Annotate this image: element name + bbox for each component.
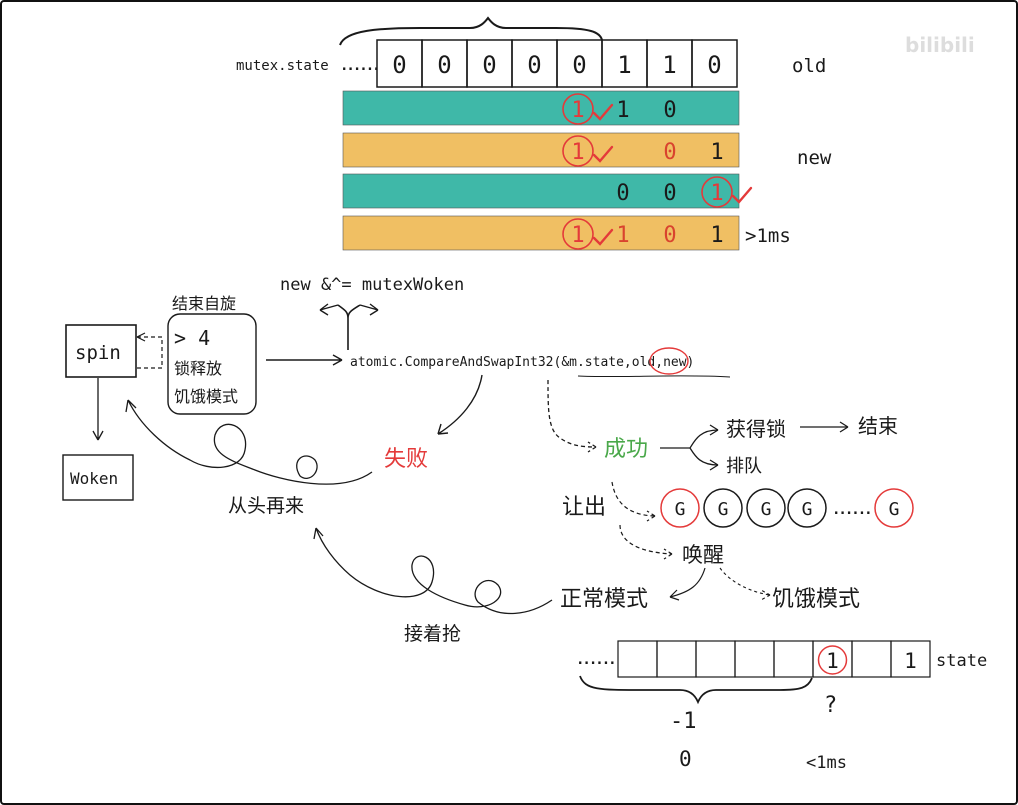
- bottom-state-label: state: [936, 651, 987, 671]
- mutex-diagram: bilibili mutex.state ...... 00000110 old…: [62, 16, 987, 773]
- spin-self-loop: [137, 336, 163, 369]
- bottom-state-cells: 11: [617, 640, 931, 678]
- mutex-state-label: mutex.state: [236, 58, 329, 74]
- success-label: 成功: [604, 437, 648, 462]
- bit-value: 0: [707, 51, 721, 79]
- state-cell: [851, 640, 892, 678]
- new-label: new: [797, 147, 832, 169]
- new-xor-text: new &^= mutexWoken: [280, 275, 464, 295]
- state-cell: [773, 640, 814, 678]
- row-bit-value: 0: [663, 98, 676, 123]
- cond-release: 锁释放: [174, 359, 222, 378]
- end-spin-label: 结束自旋: [172, 294, 236, 313]
- goroutine-label: G: [761, 499, 772, 520]
- lt1ms-label: <1ms: [806, 753, 847, 773]
- question-label: ?: [824, 693, 837, 718]
- row-bit-value: 1: [571, 140, 584, 165]
- row-bit-value: 0: [663, 181, 676, 206]
- bit-value: 0: [437, 51, 451, 79]
- state-cell: [734, 640, 775, 678]
- keep-grab-label: 接着抢: [404, 623, 461, 645]
- state-row-bar: [342, 132, 740, 168]
- state-cell: [695, 640, 736, 678]
- watermark-text: bilibili: [905, 33, 975, 57]
- goroutine-queue: GGGGG: [660, 488, 914, 528]
- row-bit-value: 1: [710, 140, 723, 165]
- zero-label: 0: [679, 747, 692, 771]
- yield-to-g-arrow: [611, 481, 656, 522]
- yield-to-wake-arrow: [619, 524, 673, 560]
- state-row-bar: [342, 215, 740, 251]
- state-cell: [656, 640, 697, 678]
- get-lock-label: 获得锁: [726, 417, 786, 441]
- state-row-bar: [342, 90, 740, 126]
- restart-curl: [296, 455, 318, 479]
- old-label: old: [792, 55, 826, 77]
- cond-starve: 饥饿模式: [174, 387, 238, 406]
- state-cell-value: 1: [904, 649, 917, 673]
- goroutine-dots: ......: [832, 502, 871, 518]
- wake-to-normal-arrow: [669, 567, 706, 601]
- cas-call: atomic.CompareAndSwapInt32(&m.state,old,…: [350, 355, 694, 370]
- bottom-dots: ......: [576, 652, 615, 668]
- woken-label: Woken: [70, 469, 118, 488]
- row-bit-value: 1: [616, 98, 629, 123]
- keep-grab-loop: [313, 527, 553, 615]
- row-bit-value: 1: [616, 223, 629, 248]
- cas-to-success-arrow: [547, 379, 597, 453]
- bottom-brace: [579, 675, 813, 705]
- top-dots: ......: [340, 58, 379, 74]
- to-end-arrow: [800, 421, 849, 433]
- spin-to-woken-arrow: [92, 378, 104, 441]
- wake-to-starve-arrow: [719, 567, 771, 601]
- bit-value: 1: [662, 51, 676, 79]
- new-state-rows: 1 1 0 1 0 1 0 0 1 1 1 0 1: [342, 90, 753, 251]
- row-bit-value: 1: [571, 223, 584, 248]
- xor-fork-lines: [337, 304, 361, 350]
- goroutine-label: G: [718, 499, 729, 520]
- row-bit-value: 1: [710, 181, 723, 206]
- xor-arrow-right: [359, 303, 379, 316]
- wake-label: 唤醒: [682, 543, 724, 567]
- state-bits: 0 0 0 0 0 1 1 0: [376, 39, 738, 88]
- to-cas-arrow: [266, 354, 343, 366]
- fail-label: 失败: [384, 447, 428, 472]
- state-cell: [617, 640, 658, 678]
- bit-value: 0: [482, 51, 496, 79]
- goroutine-label: G: [675, 499, 686, 520]
- end-label: 结束: [858, 414, 898, 438]
- row-bit-value: 0: [663, 223, 676, 248]
- normal-mode-label: 正常模式: [560, 587, 648, 612]
- state-cell-value: 1: [826, 649, 839, 673]
- diagram-page: bilibili mutex.state ...... 00000110 old…: [0, 0, 1018, 805]
- bit-value: 0: [392, 51, 406, 79]
- queue-label: 排队: [726, 456, 762, 477]
- xor-arrow-left: [319, 303, 339, 316]
- bit-value: 0: [572, 51, 586, 79]
- spin-label: spin: [75, 342, 121, 364]
- cond-gt4: > 4: [174, 326, 210, 350]
- minus-one-label: -1: [670, 709, 697, 734]
- state-row-bar: [342, 173, 740, 209]
- bit-value: 0: [527, 51, 541, 79]
- row-bit-value: 1: [710, 223, 723, 248]
- goroutine-label: G: [889, 499, 900, 520]
- restart-label: 从头再来: [228, 495, 304, 517]
- cas-underline: [577, 375, 731, 378]
- gt1ms-label: >1ms: [745, 225, 791, 247]
- starve-mode-label: 饥饿模式: [772, 587, 860, 612]
- goroutine-label: G: [802, 499, 813, 520]
- success-branch: [660, 429, 719, 466]
- yield-label: 让出: [562, 495, 606, 520]
- row-bit-value: 1: [571, 98, 584, 123]
- top-brace: [339, 16, 603, 46]
- row-bit-value: 0: [616, 181, 629, 206]
- cas-to-fail-arrow: [437, 374, 483, 435]
- bit-value: 1: [617, 51, 631, 79]
- row-bit-value: 0: [663, 140, 676, 165]
